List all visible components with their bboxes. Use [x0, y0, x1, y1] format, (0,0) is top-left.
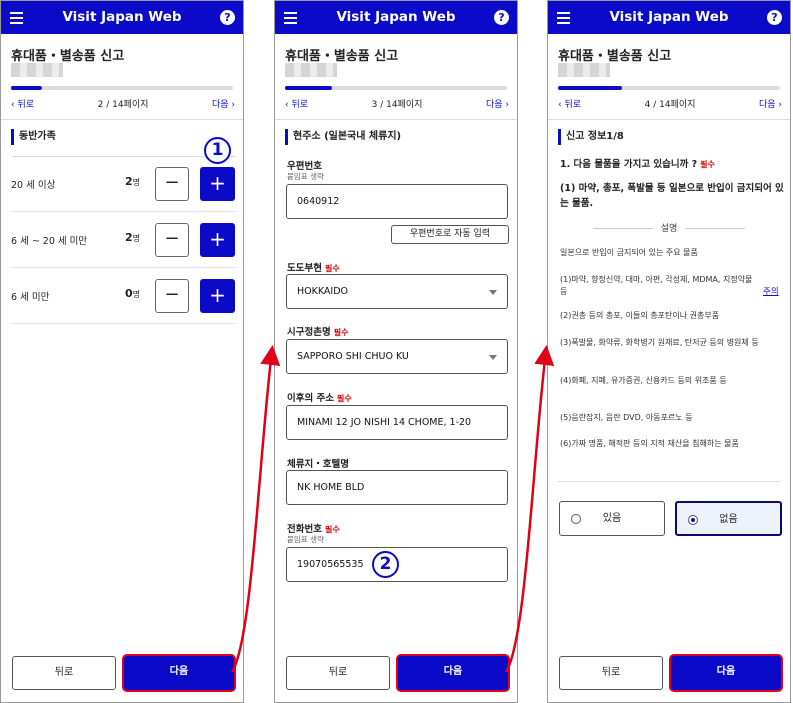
- arrow-to-screen-2: [230, 345, 281, 673]
- flow-arrows: [230, 345, 555, 673]
- arrow-to-screen-3: [504, 345, 555, 673]
